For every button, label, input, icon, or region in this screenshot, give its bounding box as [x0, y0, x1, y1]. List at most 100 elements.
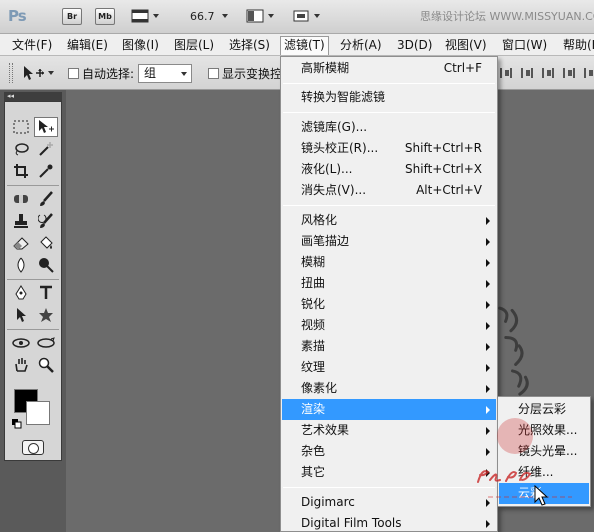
menu-help[interactable]: 帮助(H)	[560, 37, 594, 54]
3d-orbit-tool-icon[interactable]	[34, 333, 58, 353]
eraser-tool-icon[interactable]	[9, 233, 33, 253]
menu-item-liquify[interactable]: 液化(L)... Shift+Ctrl+X	[282, 159, 496, 180]
marquee-tool-icon[interactable]	[9, 117, 33, 137]
menu-image[interactable]: 图像(I)	[119, 37, 162, 54]
clone-stamp-tool-icon[interactable]	[9, 211, 33, 231]
menu-item-digital-film-tools[interactable]: Digital Film Tools	[282, 513, 496, 532]
menu-item-vanishing-point[interactable]: 消失点(V)... Alt+Ctrl+V	[282, 180, 496, 201]
chevron-down-icon[interactable]	[314, 14, 320, 18]
menu-item-label: 艺术效果	[301, 423, 350, 437]
submenu-arrow-icon	[486, 427, 490, 435]
align-hcenter-icon[interactable]	[584, 68, 594, 78]
menu-window[interactable]: 窗口(W)	[499, 37, 550, 54]
submenu-arrow-icon	[486, 406, 490, 414]
show-transform-controls-checkbox[interactable]	[208, 68, 219, 79]
pen-tool-icon[interactable]	[9, 283, 33, 303]
spot-healing-tool-icon[interactable]	[9, 189, 33, 209]
align-top-icon[interactable]	[500, 68, 512, 78]
auto-select-target-select[interactable]: 组	[138, 64, 192, 83]
arrange-documents-icon[interactable]	[246, 8, 264, 24]
auto-select-checkbox[interactable]	[68, 68, 79, 79]
calligraphy-watermark	[491, 298, 545, 408]
path-selection-tool-icon[interactable]	[9, 305, 33, 325]
menu-item-sketch[interactable]: 素描	[282, 336, 496, 357]
zoom-tool-icon[interactable]	[34, 355, 58, 375]
crop-tool-icon[interactable]	[9, 161, 33, 181]
launch-bridge-button[interactable]: Br	[62, 8, 82, 25]
menu-item-shortcut: Ctrl+F	[443, 61, 482, 75]
move-tool-icon[interactable]	[34, 117, 58, 137]
chevron-down-icon[interactable]	[222, 14, 228, 18]
default-colors-icon[interactable]	[12, 418, 22, 432]
align-left-icon[interactable]	[563, 68, 575, 78]
menu-analysis[interactable]: 分析(A)	[337, 37, 385, 54]
dodge-tool-icon[interactable]	[34, 255, 58, 275]
menu-3d[interactable]: 3D(D)	[394, 37, 435, 54]
quick-mask-button[interactable]	[22, 440, 44, 455]
view-extras-icon[interactable]	[131, 8, 149, 24]
menu-filter[interactable]: 滤镜(T)	[280, 36, 329, 55]
menu-item-lighting-effects[interactable]: 光照效果...	[499, 420, 589, 441]
menu-file[interactable]: 文件(F)	[9, 37, 55, 54]
lasso-tool-icon[interactable]	[9, 139, 33, 159]
menu-item-label: 模糊	[301, 255, 326, 269]
menu-separator	[283, 112, 495, 113]
menu-item-other[interactable]: 其它	[282, 462, 496, 483]
menu-item-label: 消失点(V)...	[301, 183, 367, 197]
move-tool-preset-icon[interactable]	[22, 64, 48, 85]
menu-item-label: 高斯模糊	[301, 61, 350, 75]
menu-item-difference-clouds[interactable]: 分层云彩	[499, 399, 589, 420]
submenu-arrow-icon	[486, 520, 490, 528]
type-tool-icon[interactable]	[34, 283, 58, 303]
menu-item-blur[interactable]: 模糊	[282, 252, 496, 273]
tool-separator	[7, 329, 59, 330]
submenu-arrow-icon	[486, 280, 490, 288]
3d-rotate-tool-icon[interactable]	[9, 333, 33, 353]
align-vcenter-icon[interactable]	[521, 68, 533, 78]
menu-item-label: 渲染	[301, 402, 326, 416]
brush-tool-icon[interactable]	[34, 189, 58, 209]
chevron-down-icon[interactable]	[48, 71, 54, 75]
menu-item-artistic[interactable]: 艺术效果	[282, 420, 496, 441]
submenu-arrow-icon	[486, 499, 490, 507]
launch-mini-bridge-button[interactable]: Mb	[95, 8, 115, 25]
menu-item-lens-flare[interactable]: 镜头光晕...	[499, 441, 589, 462]
chevron-down-icon[interactable]	[268, 14, 274, 18]
menu-item-fibers[interactable]: 纤维...	[499, 462, 589, 483]
site-watermark: 思缘设计论坛 WWW.MISSYUAN.COM	[420, 10, 594, 23]
menu-item-stylize[interactable]: 风格化	[282, 210, 496, 231]
menu-item-label: Digimarc	[301, 495, 355, 509]
eyedropper-tool-icon[interactable]	[34, 161, 58, 181]
menu-item-brush-strokes[interactable]: 画笔描边	[282, 231, 496, 252]
menu-item-render[interactable]: 渲染	[282, 399, 496, 420]
menu-item-lens-correction[interactable]: 镜头校正(R)... Shift+Ctrl+R	[282, 138, 496, 159]
history-brush-tool-icon[interactable]	[34, 211, 58, 231]
tools-panel-header[interactable]: ◂◂	[4, 92, 62, 101]
chevron-down-icon[interactable]	[153, 14, 159, 18]
menu-edit[interactable]: 编辑(E)	[64, 37, 111, 54]
menu-item-pixelate[interactable]: 像素化	[282, 378, 496, 399]
background-color-swatch[interactable]	[26, 401, 50, 425]
menu-item-digimarc[interactable]: Digimarc	[282, 492, 496, 513]
menu-item-texture[interactable]: 纹理	[282, 357, 496, 378]
menu-item-sharpen[interactable]: 锐化	[282, 294, 496, 315]
menu-item-noise[interactable]: 杂色	[282, 441, 496, 462]
menu-item-convert-smart-filters[interactable]: 转换为智能滤镜	[282, 87, 496, 108]
align-bottom-icon[interactable]	[542, 68, 554, 78]
menu-item-video[interactable]: 视频	[282, 315, 496, 336]
hand-tool-icon[interactable]	[9, 355, 33, 375]
paint-bucket-tool-icon[interactable]	[34, 233, 58, 253]
menu-select[interactable]: 选择(S)	[226, 37, 273, 54]
gripper-icon[interactable]	[9, 63, 13, 83]
menu-item-distort[interactable]: 扭曲	[282, 273, 496, 294]
menu-view[interactable]: 视图(V)	[442, 37, 490, 54]
menu-item-last-filter[interactable]: 高斯模糊 Ctrl+F	[282, 58, 496, 79]
custom-shape-tool-icon[interactable]	[34, 305, 58, 325]
menu-item-filter-gallery[interactable]: 滤镜库(G)...	[282, 117, 496, 138]
menu-layer[interactable]: 图层(L)	[171, 37, 217, 54]
screen-mode-icon[interactable]	[292, 8, 310, 24]
align-buttons	[500, 68, 594, 78]
magic-wand-tool-icon[interactable]	[34, 139, 58, 159]
blur-tool-icon[interactable]	[9, 255, 33, 275]
zoom-level[interactable]: 66.7	[190, 10, 215, 23]
